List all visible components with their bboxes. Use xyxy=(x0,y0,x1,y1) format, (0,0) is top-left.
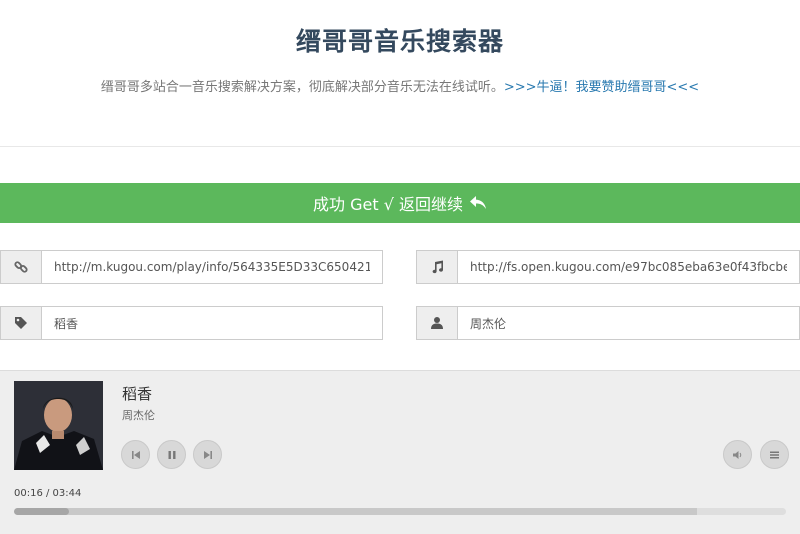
music-player: 稻香 周杰伦 00:16 / 03:44 xyxy=(0,370,800,534)
music-icon xyxy=(417,251,458,283)
link-icon xyxy=(1,251,42,283)
song-name-field xyxy=(0,306,383,340)
next-icon xyxy=(203,450,212,459)
progress-fill xyxy=(14,508,69,515)
reply-icon xyxy=(469,196,486,209)
link-field xyxy=(0,250,383,284)
success-label: 成功 Get √ 返回继续 xyxy=(313,195,463,214)
previous-button[interactable] xyxy=(121,440,150,469)
menu-icon xyxy=(770,451,779,458)
music-url-input[interactable] xyxy=(458,251,799,283)
link-input[interactable] xyxy=(42,251,382,283)
player-song-title: 稻香 xyxy=(122,385,153,403)
artist-field xyxy=(416,306,800,340)
tag-icon xyxy=(1,307,42,339)
previous-icon xyxy=(131,450,140,459)
pause-button[interactable] xyxy=(157,440,186,469)
volume-button[interactable] xyxy=(723,440,752,469)
header-divider xyxy=(0,146,800,147)
page-title: 缙哥哥音乐搜索器 xyxy=(295,27,504,56)
subtitle-text: 缙哥哥多站合一音乐搜索解决方案，彻底解决部分音乐无法在线试听。 xyxy=(100,80,504,95)
progress-buffer xyxy=(14,508,698,515)
page-subtitle: 缙哥哥多站合一音乐搜索解决方案，彻底解决部分音乐无法在线试听。>>>牛逼！我要赞… xyxy=(0,76,800,95)
time-display: 00:16 / 03:44 xyxy=(14,488,82,499)
success-return-button[interactable]: 成功 Get √ 返回继续 xyxy=(0,183,800,223)
artist-input[interactable] xyxy=(458,307,799,339)
song-name-input[interactable] xyxy=(42,307,382,339)
next-button[interactable] xyxy=(193,440,222,469)
progress-bar[interactable] xyxy=(14,508,786,515)
user-icon xyxy=(417,307,458,339)
playlist-button[interactable] xyxy=(760,440,789,469)
music-url-field xyxy=(416,250,800,284)
pause-icon xyxy=(168,450,175,459)
album-cover xyxy=(14,381,103,470)
player-artist: 周杰伦 xyxy=(122,409,155,422)
volume-icon xyxy=(732,450,741,459)
donate-link[interactable]: >>>牛逼！我要赞助缙哥哥<<< xyxy=(504,80,699,95)
